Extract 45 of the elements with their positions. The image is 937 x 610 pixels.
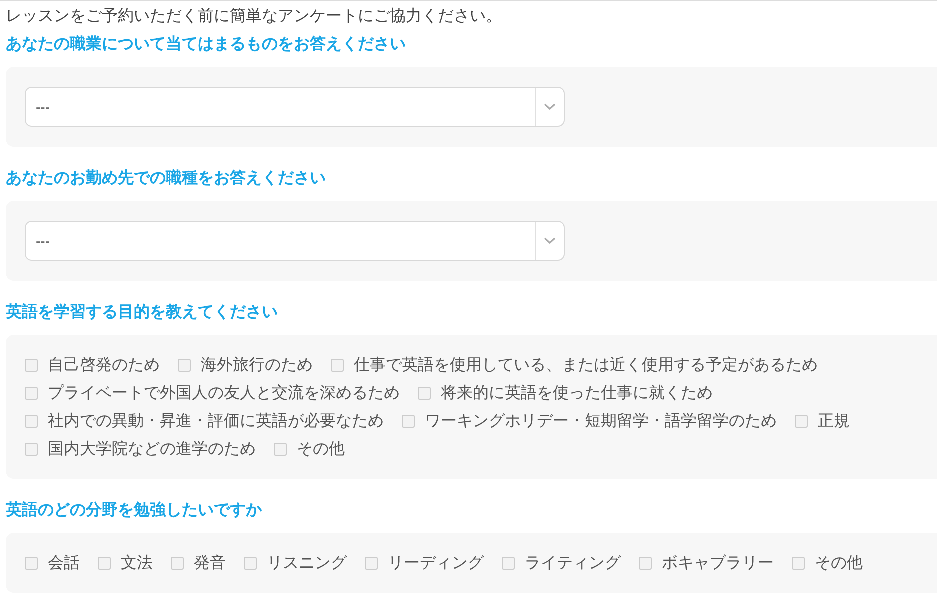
option-label: ワーキングホリデー・短期留学・語学留学のため	[425, 412, 777, 432]
option-label: ライティング	[525, 554, 621, 574]
option-label: 仕事で英語を使用している、または近く使用する予定があるため	[354, 356, 818, 376]
option-label: プライベートで外国人の友人と交流を深めるため	[48, 384, 400, 404]
option-label: 将来的に英語を使った仕事に就くため	[441, 384, 713, 404]
checkbox[interactable]	[25, 442, 38, 456]
checkbox[interactable]	[402, 414, 415, 428]
checkbox[interactable]	[25, 386, 38, 400]
checkbox[interactable]	[244, 556, 257, 570]
option-label: その他	[815, 554, 863, 574]
checkbox[interactable]	[365, 556, 378, 570]
option-label: その他	[297, 440, 345, 460]
dropdown[interactable]: ---	[25, 221, 565, 261]
question-title: あなたの職業について当てはまるものをお答えください	[6, 34, 407, 55]
option-label: リーディング	[388, 554, 484, 574]
option-label: 海外旅行のため	[201, 356, 313, 376]
checkbox[interactable]	[795, 414, 808, 428]
checkbox[interactable]	[274, 442, 287, 456]
dropdown[interactable]: ---	[25, 87, 565, 127]
option-label: 発音	[194, 554, 226, 574]
question-title: 英語を学習する目的を教えてください	[6, 302, 279, 323]
chevron-down-icon	[544, 237, 556, 245]
option-label: リスニング	[267, 554, 347, 574]
option-label: 社内での異動・昇進・評価に英語が必要なため	[48, 412, 384, 432]
checkbox[interactable]	[331, 358, 344, 372]
question-title: あなたのお勤め先での職種をお答えください	[6, 168, 327, 189]
checkbox[interactable]	[178, 358, 191, 372]
option-label: 文法	[121, 554, 153, 574]
checkbox[interactable]	[792, 556, 805, 570]
checkbox[interactable]	[98, 556, 111, 570]
option-label: 正規	[818, 412, 850, 432]
checkbox[interactable]	[25, 358, 38, 372]
option-label: 自己啓発のため	[48, 356, 160, 376]
option-label: 会話	[48, 554, 80, 574]
chevron-down-icon	[544, 103, 556, 111]
checkbox[interactable]	[502, 556, 515, 570]
question-title: 英語のどの分野を勉強したいですか	[6, 500, 263, 521]
checkbox[interactable]	[171, 556, 184, 570]
checkbox[interactable]	[25, 414, 38, 428]
intro-text: レッスンをご予約いただく前に簡単なアンケートにご協力ください。	[6, 7, 503, 27]
option-label: ボキャブラリー	[662, 554, 774, 574]
checkbox[interactable]	[418, 386, 431, 400]
checkbox[interactable]	[25, 556, 38, 570]
checkbox[interactable]	[639, 556, 652, 570]
option-label: 国内大学院などの進学のため	[48, 440, 256, 460]
